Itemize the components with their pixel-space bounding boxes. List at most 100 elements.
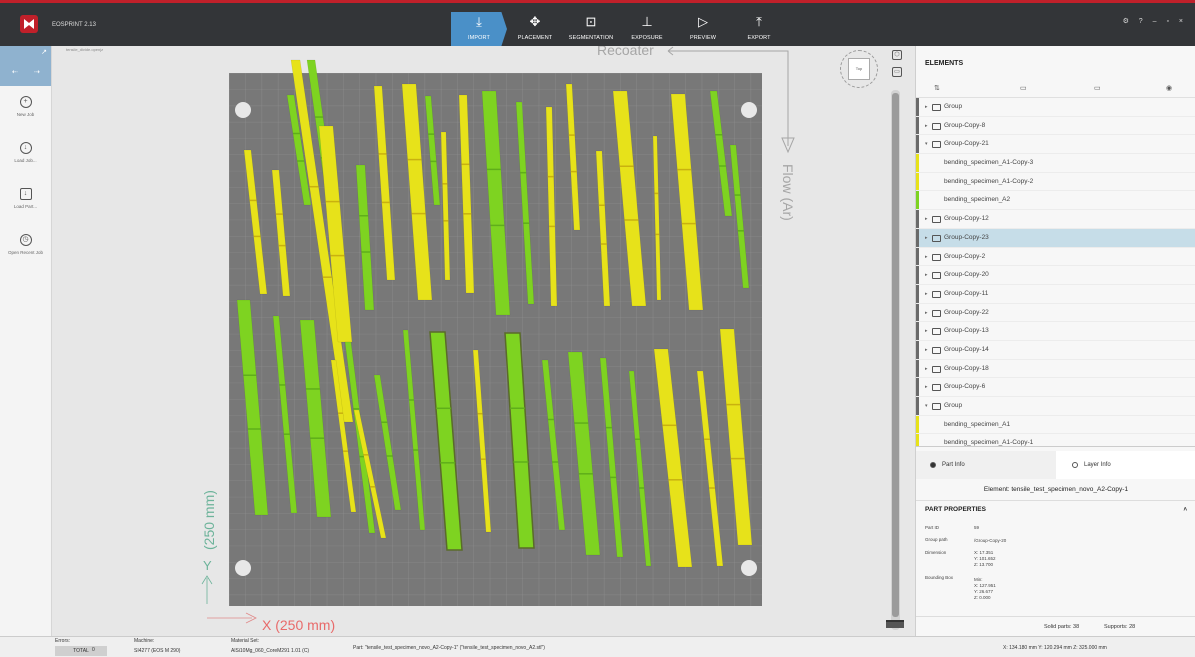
tree-group-item[interactable]: ▸ Group-Copy-11 [916,284,1195,304]
collapse-icon[interactable]: ↗ [41,48,47,56]
expand-arrow-icon[interactable]: ▸ [925,229,928,248]
tab-layer-info[interactable]: Layer Info [1056,451,1195,479]
tree-group-item[interactable]: ▸ Group-Copy-12 [916,210,1195,229]
build-plate-scene[interactable]: Recoater Flow (Ar) (250 mm) Y X (250 mm) [52,46,910,636]
tab-part-info[interactable]: Part Info [916,451,1056,479]
plate-bolt-hole [235,560,251,576]
left-sidebar: ⇠ ⇢ ↗ + New Job ↓ Load Job... ↓ Load Par… [0,46,52,636]
tree-group-item[interactable]: ▾ Group-Copy-21 [916,135,1195,155]
app-title: EOSPRINT 2.13 [52,22,96,28]
expand-arrow-icon[interactable]: ▸ [925,98,928,117]
view-cube[interactable]: Top [848,58,870,80]
elements-tree[interactable]: ▸ Group ▸ Group-Copy-8 ▾ Group-Copy-21 bending… [916,98,1195,446]
tree-part-item[interactable]: bending_specimen_A1-Copy-2 [916,172,1195,192]
tree-item-label: bending_specimen_A2 [944,196,1011,204]
tree-part-item[interactable]: bending_specimen_A2 [916,191,1195,211]
folder-icon[interactable]: ▭ [1020,84,1027,92]
chevron-up-icon[interactable]: ˄ [1183,501,1187,519]
machine-value[interactable]: SI4277 (EOS M 290) [134,648,180,654]
tree-item-label: Group [944,103,963,110]
x-axis-arrow-icon [207,612,257,624]
tree-part-item[interactable]: bending_specimen_A1-Copy-1 [916,434,1195,446]
expand-arrow-icon[interactable]: ▸ [925,360,928,379]
expand-arrow-icon[interactable]: ▸ [925,378,928,397]
tree-group-item[interactable]: ▸ Group-Copy-2 [916,247,1195,267]
folder-icon [932,104,941,111]
material-set-value[interactable]: AlSi10Mg_060_CoreM291 1.01 (C) [231,648,309,654]
flow-label: Flow (Ar) [780,164,796,221]
tree-group-item[interactable]: ▸ Group-Copy-13 [916,322,1195,341]
tree-group-item[interactable]: ▸ Group-Copy-18 [916,359,1195,379]
color-indicator [916,135,919,154]
part-id-label: Part ID [925,525,940,530]
load-job-label: Load Job... [14,158,37,163]
expand-arrow-icon[interactable]: ▸ [925,304,928,323]
camera-icon[interactable]: ▭ [892,67,902,77]
part-properties-header[interactable]: PART PROPERTIES ˄ [916,501,1195,519]
tree-part-item[interactable]: bending_specimen_A1 [916,415,1195,435]
color-indicator [916,247,919,266]
expand-arrow-icon[interactable]: ▸ [925,248,928,267]
tree-item-label: bending_specimen_A1-Copy-1 [944,439,1034,446]
back-arrow-icon[interactable]: ⇠ [12,68,18,76]
x-axis-label: X (250 mm) [262,617,335,633]
tab-placement[interactable]: ✥ PLACEMENT [507,12,563,46]
folder-icon [932,253,941,261]
tree-group-item[interactable]: ▸ Group [916,98,1195,117]
expand-arrow-icon[interactable]: ▸ [925,322,928,341]
tab-export[interactable]: ⤒ EXPORT [731,12,787,46]
window-controls[interactable]: ⚙ ? – ▫ × [1123,17,1187,25]
dimension-z: Z: 13.700 [974,562,994,567]
folder-add-icon[interactable]: ▭ [1094,84,1101,92]
tree-group-item[interactable]: ▸ Group-Copy-14 [916,340,1195,360]
expand-arrow-icon[interactable]: ▸ [925,266,928,285]
expand-arrow-icon[interactable]: ▾ [925,397,928,416]
color-indicator [916,434,919,446]
tree-item-label: Group-Copy-13 [944,327,989,335]
folder-icon [932,309,941,317]
tree-part-item[interactable]: bending_specimen_A1-Copy-3 [916,154,1195,173]
visibility-eye-icon[interactable]: ◉ [1166,84,1172,92]
tab-preview[interactable]: ▷ PREVIEW [675,12,731,46]
layer-slider-end[interactable] [886,620,904,628]
tab-layer-info-label: Layer Info [1084,462,1111,468]
tree-item-label: bending_specimen_A1 [944,420,1011,428]
elements-toolbar: ⇅ ▭ ▭ ◉ [916,84,1195,98]
expand-arrow-icon[interactable]: ▸ [925,341,928,360]
expand-arrow-icon[interactable]: ▸ [925,285,928,304]
tree-item-label: Group-Copy-18 [944,364,989,372]
expand-arrow-icon[interactable]: ▸ [925,117,928,136]
tree-item-label: Group-Copy-21 [944,140,989,148]
expand-arrow-icon[interactable]: ▾ [925,135,928,154]
import-icon: ⤓ [476,14,482,29]
y-axis-label: Y [203,558,212,573]
tree-group-item[interactable]: ▸ Group-Copy-23 [916,228,1195,248]
tab-exposure[interactable]: ⊥ EXPOSURE [619,12,675,46]
tree-item-label: Group-Copy-2 [944,252,986,260]
folder-icon [932,365,941,373]
dimension-label: Dimension [925,550,947,555]
forward-arrow-icon[interactable]: ⇢ [34,68,40,76]
tree-group-item[interactable]: ▾ Group [916,397,1195,416]
folder-icon [932,346,941,354]
color-indicator [916,266,919,284]
bounding-box-z: Z: 0.000 [974,595,991,600]
perspective-icon[interactable]: ⬡ [892,50,902,60]
open-recent-job-button[interactable]: ◷ Open Recent Job [0,234,51,270]
color-indicator [916,322,919,340]
load-job-button[interactable]: ↓ Load Job... [0,142,51,178]
tab-label: PLACEMENT [517,35,553,41]
load-part-button[interactable]: ↓ Load Part... [0,188,51,224]
tree-group-item[interactable]: ▸ Group-Copy-6 [916,378,1195,397]
sort-icon[interactable]: ⇅ [934,84,940,92]
tree-group-item[interactable]: ▸ Group-Copy-20 [916,266,1195,285]
layer-slider-handle[interactable] [892,93,899,617]
tab-import[interactable]: ⤓ IMPORT [451,12,507,46]
expand-arrow-icon[interactable]: ▸ [925,210,928,229]
tree-group-item[interactable]: ▸ Group-Copy-22 [916,303,1195,323]
folder-icon [932,141,941,149]
tree-group-item[interactable]: ▸ Group-Copy-8 [916,116,1195,136]
tab-segmentation[interactable]: ⊡ SEGMENTATION [563,12,619,46]
top-bar: EOSPRINT 2.13 ⤓ IMPORT ✥ PLACEMENT ⊡ SEG… [0,0,1195,46]
new-job-button[interactable]: + New Job [0,96,51,132]
